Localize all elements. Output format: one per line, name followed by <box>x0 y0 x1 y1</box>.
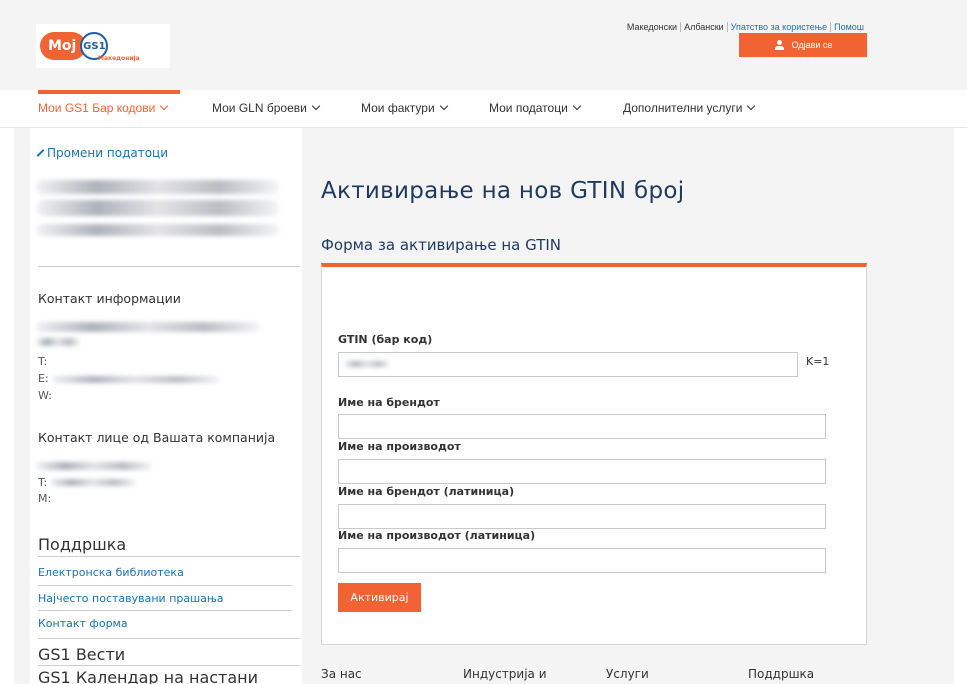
lang-macedonian-link[interactable]: Македонски <box>624 22 680 32</box>
redacted-address <box>36 338 80 346</box>
contact-info-heading: Контакт информации <box>38 291 181 306</box>
check-digit-value: K=1 <box>806 355 830 368</box>
gs1-calendar-heading[interactable]: GS1 Календар на настани <box>38 668 258 684</box>
help-link[interactable]: Помош <box>830 22 867 32</box>
company-contact-heading: Контакт лице од Вашата компанија <box>38 430 276 445</box>
support-link-faq[interactable]: Најчесто поставувани прашања <box>38 592 224 605</box>
chevron-down-icon <box>311 101 321 111</box>
redacted-company-name <box>36 200 280 216</box>
contact-web-label: W: <box>38 389 52 402</box>
footer-services-link[interactable]: Услуги <box>606 667 649 681</box>
nav-label: Мои GS1 Бар кодови <box>38 101 156 115</box>
active-tab-indicator <box>38 90 180 94</box>
chevron-down-icon <box>747 101 756 111</box>
page-title: Активирање на нов GTIN број <box>321 178 685 204</box>
language-links: Македонски Албански Упатство за користење П… <box>624 22 867 32</box>
company-mobile-label: M: <box>38 492 52 505</box>
nav-invoices[interactable]: Мои фактури <box>361 101 448 115</box>
product-name-latin-label: Име на производот (латиница) <box>338 529 536 542</box>
brand-name-input[interactable] <box>338 414 826 439</box>
nav-label: Мои GLN броеви <box>212 101 307 115</box>
contact-email-label: E: <box>38 372 49 385</box>
nav-label: Мои фактури <box>361 101 435 115</box>
redacted-company-name <box>36 224 280 236</box>
edit-data-label: Промени податоци <box>47 146 169 160</box>
support-heading: Поддршка <box>38 535 127 554</box>
chevron-down-icon <box>160 101 169 111</box>
brand-name-latin-input[interactable] <box>338 504 826 529</box>
divider <box>38 665 300 666</box>
redacted-contact-name <box>36 462 152 470</box>
chevron-down-icon <box>572 101 582 111</box>
product-name-latin-input[interactable] <box>338 548 826 573</box>
footer-about-link[interactable]: За нас <box>321 667 362 681</box>
brand-name-latin-label: Име на брендот (латиница) <box>338 485 515 498</box>
redacted-address <box>36 322 260 332</box>
divider <box>38 585 292 586</box>
redacted-email <box>52 376 220 383</box>
gtin-label: GTIN (бар код) <box>338 333 433 346</box>
nav-gs1-barcodes[interactable]: Мои GS1 Бар кодови <box>38 101 169 115</box>
support-link-contact-form[interactable]: Контакт форма <box>38 617 128 630</box>
edit-data-link[interactable]: Промени податоци <box>36 146 168 160</box>
nav-my-data[interactable]: Мои податоци <box>489 101 582 115</box>
form-title: Форма за активирање на GTIN <box>321 236 561 254</box>
nav-additional-services[interactable]: Дополнителни услуги <box>623 101 756 115</box>
gtin-input[interactable] <box>338 352 798 377</box>
nav-gln-numbers[interactable]: Мои GLN броеви <box>212 101 321 115</box>
header: Мој GS1 Македонија Македонски Албански Упа… <box>0 0 967 90</box>
contact-phone-label: T: <box>38 355 48 368</box>
activate-button[interactable]: Активирај <box>338 583 421 612</box>
moj-gs1-logo[interactable]: Мој GS1 Македонија <box>36 24 170 68</box>
footer-industry-link[interactable]: Индустрија и <box>463 667 547 681</box>
user-guide-link[interactable]: Упатство за користење <box>726 22 831 32</box>
footer-support-link[interactable]: Поддршка <box>748 667 814 681</box>
product-name-label: Име на производот <box>338 440 461 453</box>
divider <box>38 266 300 267</box>
company-phone-label: T: <box>38 476 48 489</box>
nav-label: Дополнителни услуги <box>623 101 743 115</box>
pencil-icon <box>36 149 45 157</box>
user-icon <box>774 40 784 50</box>
nav-label: Мои податоци <box>489 101 568 115</box>
main-nav: Мои GS1 Бар кодови Мои GLN броеви Мои фа… <box>0 90 967 128</box>
brand-name-label: Име на брендот <box>338 396 440 409</box>
logout-button[interactable]: Одјави се <box>739 33 867 57</box>
support-link-library[interactable]: Електронска библиотека <box>38 566 184 579</box>
product-name-input[interactable] <box>338 459 826 484</box>
gs1-news-heading[interactable]: GS1 Вести <box>38 645 125 664</box>
redacted-phone <box>50 479 136 486</box>
logout-label: Одјави се <box>791 40 833 50</box>
redacted-company-name <box>36 180 280 194</box>
redacted-gtin-value <box>344 361 390 367</box>
divider <box>38 556 300 557</box>
divider <box>38 638 300 639</box>
logo-subtitle: Македонија <box>98 55 140 62</box>
chevron-down-icon <box>439 101 448 111</box>
lang-albanian-link[interactable]: Албански <box>680 22 727 32</box>
divider <box>38 610 292 611</box>
